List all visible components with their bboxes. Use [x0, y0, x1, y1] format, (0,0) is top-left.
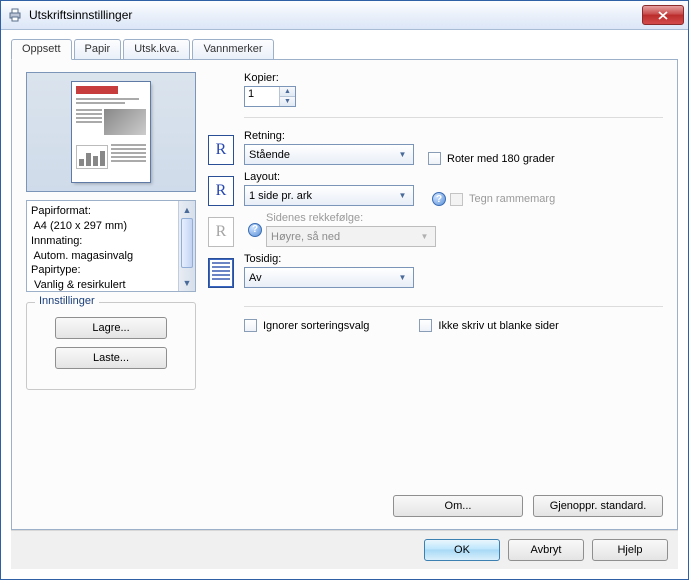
chevron-down-icon: ▼	[395, 189, 410, 202]
chevron-down-icon: ▼	[395, 271, 410, 284]
cancel-button[interactable]: Avbryt	[508, 539, 584, 561]
page-order-select: Høyre, så ned ▼	[266, 226, 436, 247]
restore-defaults-button[interactable]: Gjenoppr. standard.	[533, 495, 663, 517]
page-order-label: Sidenes rekkefølge:	[266, 212, 436, 224]
info-scrollbar[interactable]: ▲ ▼	[178, 201, 195, 291]
left-column: Papirformat: A4 (210 x 297 mm) Innmating…	[26, 72, 196, 390]
dialog-footer: OK Avbryt Hjelp	[11, 530, 678, 569]
duplex-icon	[208, 258, 234, 288]
orientation-label: Retning:	[244, 130, 414, 142]
spin-up-icon[interactable]: ▲	[280, 87, 295, 96]
tab-panel-layout: Papirformat: A4 (210 x 297 mm) Innmating…	[11, 59, 678, 530]
close-button[interactable]	[642, 5, 684, 25]
copies-label: Kopier:	[244, 72, 663, 84]
ok-button[interactable]: OK	[424, 539, 500, 561]
save-button[interactable]: Lagre...	[55, 317, 167, 339]
draw-border-checkbox: Tegn rammemarg	[450, 193, 555, 206]
scroll-thumb[interactable]	[181, 218, 193, 268]
tab-layout[interactable]: Oppsett	[11, 39, 72, 60]
checkbox-icon	[450, 193, 463, 206]
preview-page	[72, 82, 150, 182]
copies-value[interactable]: 1	[245, 87, 279, 106]
titlebar: Utskriftsinnstillinger	[1, 1, 688, 30]
tab-watermarks[interactable]: Vannmerker	[192, 39, 273, 60]
help-icon[interactable]: ?	[432, 192, 446, 206]
paper-info-text: Papirformat: A4 (210 x 297 mm) Innmating…	[27, 201, 178, 291]
orientation-select[interactable]: Stående ▼	[244, 144, 414, 165]
settings-legend: Innstillinger	[35, 295, 99, 307]
about-button[interactable]: Om...	[393, 495, 523, 517]
close-icon	[658, 11, 668, 20]
help-icon[interactable]: ?	[248, 223, 262, 237]
dialog-body: Oppsett Papir Utsk.kva. Vannmerker	[1, 30, 688, 579]
orientation-icon: R	[208, 135, 234, 165]
scroll-down-icon[interactable]: ▼	[179, 274, 195, 291]
layout-icon: R	[208, 176, 234, 206]
rotate-180-checkbox[interactable]: Roter med 180 grader	[428, 152, 555, 165]
right-column: Kopier: 1 ▲ ▼ R	[208, 72, 663, 390]
skip-blank-checkbox[interactable]: Ikke skriv ut blanke sider	[419, 319, 558, 332]
checkbox-icon	[244, 319, 257, 332]
tab-quality[interactable]: Utsk.kva.	[123, 39, 190, 60]
page-order-icon: R	[208, 217, 234, 247]
checkbox-icon	[419, 319, 432, 332]
copies-spinner[interactable]: 1 ▲ ▼	[244, 86, 296, 107]
inner-button-row: Om... Gjenoppr. standard.	[393, 495, 663, 517]
print-prefs-window: Utskriftsinnstillinger Oppsett Papir Uts…	[0, 0, 689, 580]
duplex-select[interactable]: Av ▼	[244, 267, 414, 288]
layout-select[interactable]: 1 side pr. ark ▼	[244, 185, 414, 206]
load-button[interactable]: Laste...	[55, 347, 167, 369]
settings-group: Innstillinger Lagre... Laste...	[26, 302, 196, 390]
help-button[interactable]: Hjelp	[592, 539, 668, 561]
spin-down-icon[interactable]: ▼	[280, 96, 295, 106]
paper-info-box: Papirformat: A4 (210 x 297 mm) Innmating…	[26, 200, 196, 292]
printer-icon	[7, 7, 23, 23]
chevron-down-icon: ▼	[395, 148, 410, 161]
duplex-label: Tosidig:	[244, 253, 414, 265]
window-title: Utskriftsinnstillinger	[29, 8, 642, 22]
ignore-collate-checkbox[interactable]: Ignorer sorteringsvalg	[244, 319, 369, 332]
scroll-up-icon[interactable]: ▲	[179, 201, 195, 218]
checkbox-icon	[428, 152, 441, 165]
chevron-down-icon: ▼	[417, 230, 432, 243]
layout-label: Layout:	[244, 171, 414, 183]
tabstrip: Oppsett Papir Utsk.kva. Vannmerker	[11, 39, 678, 60]
tab-paper[interactable]: Papir	[74, 39, 122, 60]
page-preview	[26, 72, 196, 192]
